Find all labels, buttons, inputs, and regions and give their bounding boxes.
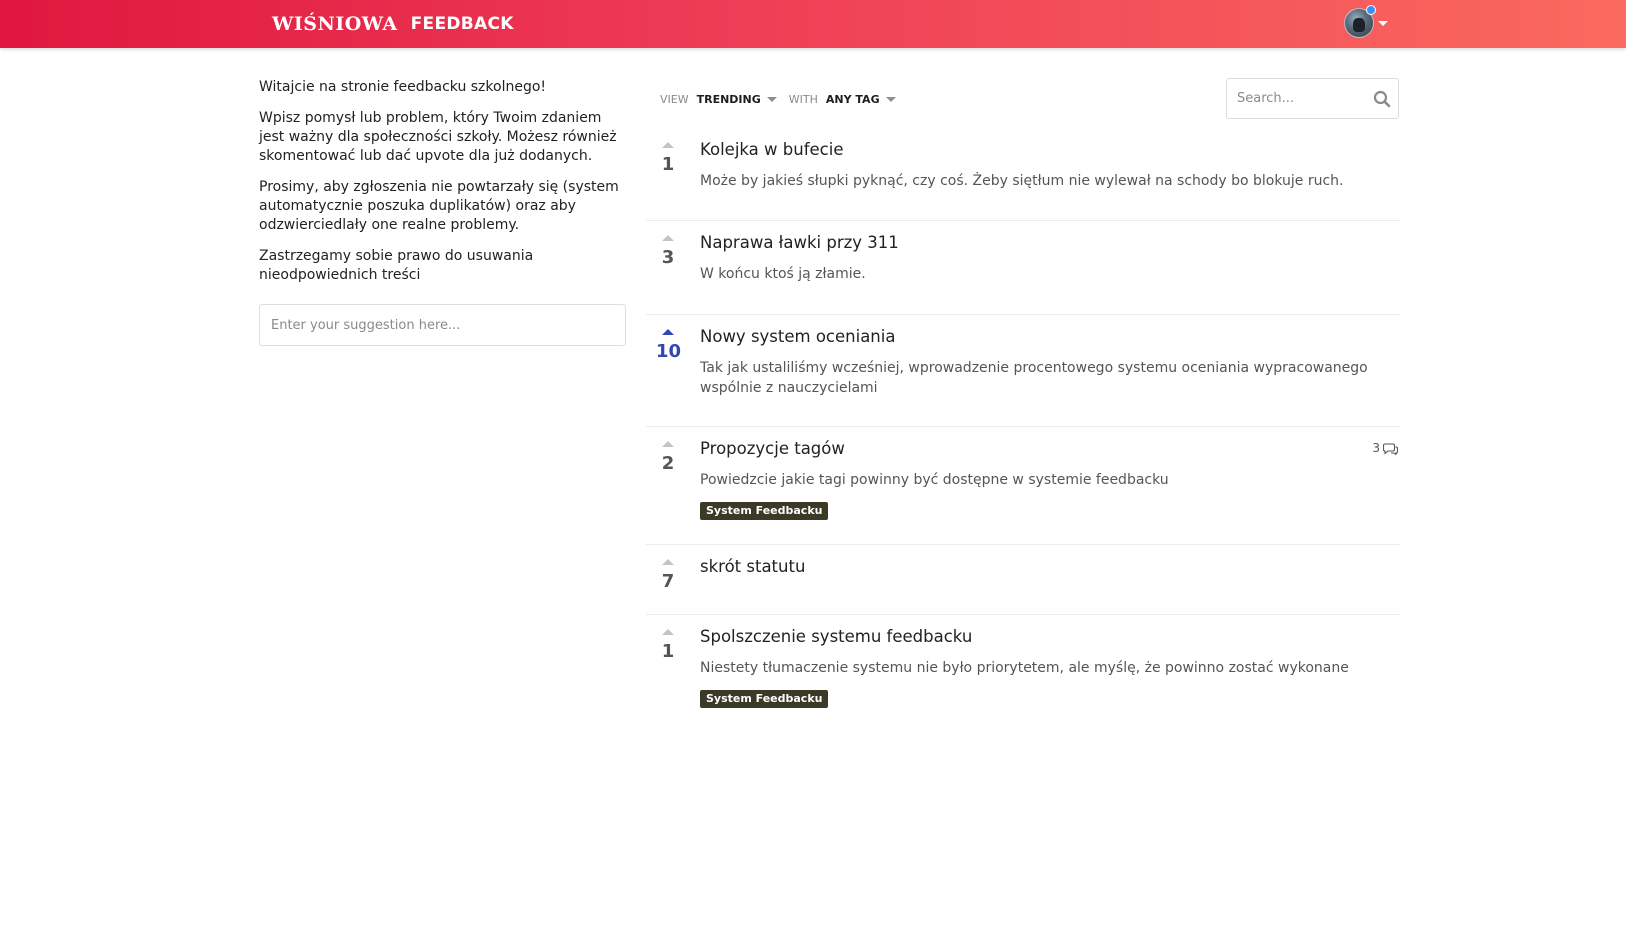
post-list: 1 Kolejka w bufecie Może by jakieś słupk… [646,128,1400,725]
vote-count: 7 [661,571,675,592]
upvote-arrow-icon[interactable] [662,559,674,565]
post-item: 10 Nowy system oceniania Tak jak ustalil… [646,315,1400,427]
vote-count: 1 [661,154,675,175]
vote-widget: 1 [656,142,680,175]
tag-badge[interactable]: System Feedbacku [700,502,829,520]
post-description: Może by jakieś słupki pyknąć, czy coś. Ż… [700,173,1344,189]
intro-paragraph: Witajcie na stronie feedbacku szkolnego! [259,79,547,95]
chevron-down-icon [1378,20,1388,26]
top-navigation-bar: WIŚNIOWA FEEDBACK [0,0,1626,48]
view-filter-dropdown[interactable]: TRENDING [697,93,777,106]
intro-paragraph: Wpisz pomysł lub problem, który Twoim zd… [259,110,617,164]
filter-bar: VIEW TRENDING WITH ANY TAG [660,90,896,108]
upvote-arrow-icon[interactable] [662,142,674,148]
post-title[interactable]: Spolszczenie systemu feedbacku [700,626,972,648]
post-title[interactable]: Nowy system oceniania [700,326,895,348]
upvote-arrow-icon[interactable] [662,629,674,635]
intro-paragraph: Zastrzegamy sobie prawo do usuwania nieo… [259,248,534,283]
vote-count: 10 [656,341,682,362]
search-icon[interactable] [1373,90,1391,108]
view-filter-value: TRENDING [696,92,761,106]
search-box [1226,78,1399,119]
upvote-arrow-icon[interactable] [662,441,674,447]
post-title[interactable]: skrót statutu [700,556,805,578]
post-title[interactable]: Naprawa ławki przy 311 [700,232,899,254]
brand-product-name[interactable]: FEEDBACK [411,14,514,34]
brand-logo[interactable]: WIŚNIOWA [272,13,398,35]
upvote-arrow-icon[interactable] [662,235,674,241]
notification-dot-icon [1366,5,1376,15]
comments-icon [1383,442,1398,455]
intro-text: Witajcie na stronie feedbacku szkolnego!… [259,78,629,297]
post-description: W końcu ktoś ją złamie. [700,266,866,282]
suggestion-input[interactable] [259,304,626,346]
post-description: Niestety tłumaczenie systemu nie było pr… [700,660,1349,676]
brand[interactable]: WIŚNIOWA FEEDBACK [272,11,514,37]
vote-count: 3 [661,247,675,268]
tag-filter-value: ANY TAG [825,92,880,106]
upvote-arrow-icon[interactable] [662,329,674,335]
search-input[interactable] [1227,79,1367,118]
user-menu-button[interactable] [1344,5,1390,39]
post-title[interactable]: Propozycje tagów [700,438,845,460]
post-title[interactable]: Kolejka w bufecie [700,139,843,161]
post-description: Tak jak ustaliliśmy wcześniej, wprowadze… [700,360,1368,396]
tag-filter-label: WITH [788,92,818,106]
post-description: Powiedzcie jakie tagi powinny być dostęp… [700,472,1169,488]
post-item: 1 Kolejka w bufecie Może by jakieś słupk… [646,128,1400,221]
tag-filter-dropdown[interactable]: ANY TAG [826,93,896,106]
vote-widget: 10 [656,329,682,362]
vote-widget: 7 [656,559,680,592]
vote-count: 2 [661,453,675,474]
intro-paragraph: Prosimy, aby zgłoszenia nie powtarzały s… [259,179,619,233]
chevron-down-icon [766,96,777,102]
vote-widget: 2 [656,441,680,474]
comment-count[interactable]: 3 [1372,441,1398,455]
post-item: 7 skrót statutu [646,545,1400,615]
comment-count-value: 3 [1372,441,1380,455]
vote-widget: 3 [656,235,680,268]
post-item: 1 Spolszczenie systemu feedbacku Niestet… [646,615,1400,725]
post-item: 2 3 Propozycje tagów Powiedzcie jakie ta… [646,427,1400,545]
vote-count: 1 [661,641,675,662]
tag-badge[interactable]: System Feedbacku [700,690,829,708]
chevron-down-icon [885,96,896,102]
vote-widget: 1 [656,629,680,662]
view-filter-label: VIEW [660,92,689,106]
post-item: 3 Naprawa ławki przy 311 W końcu ktoś ją… [646,221,1400,315]
